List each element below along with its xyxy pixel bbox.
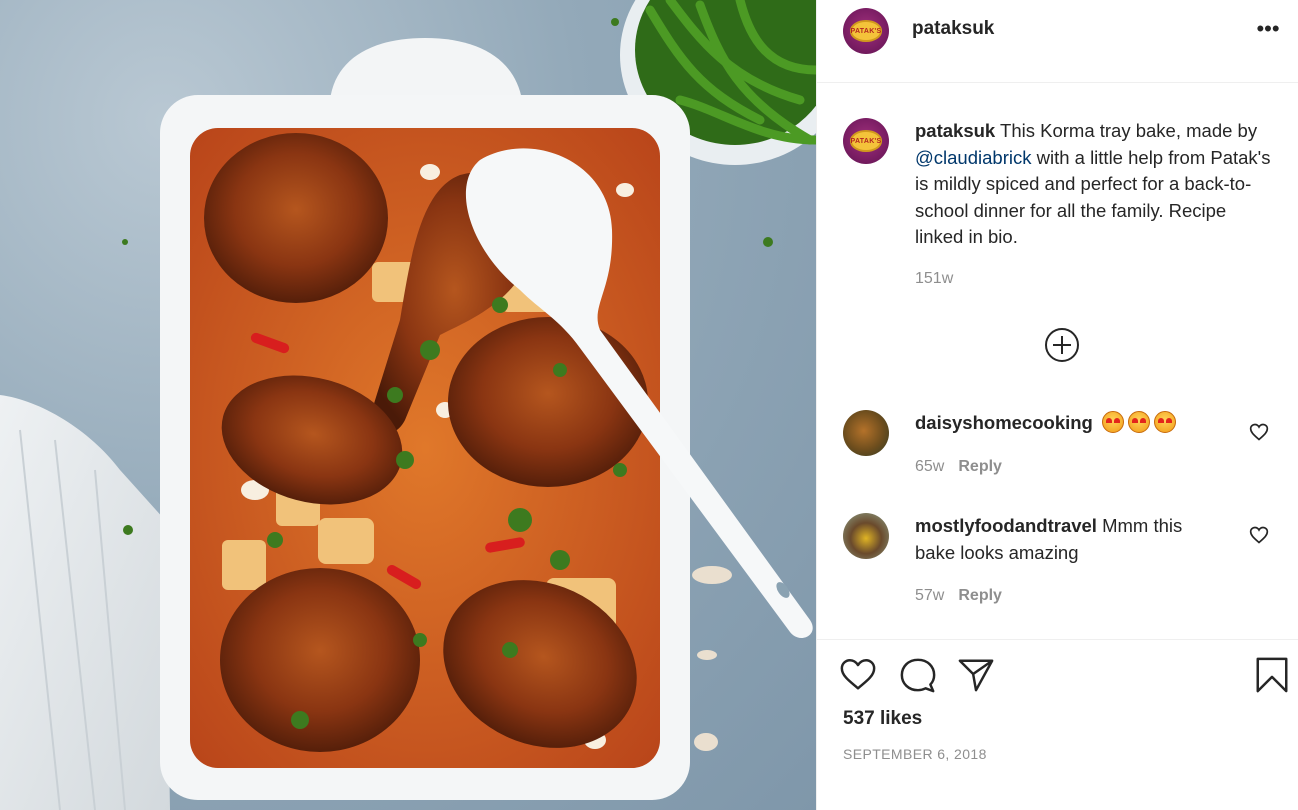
- heart-eyes-emoji: [1102, 411, 1124, 433]
- comment-like-heart-icon[interactable]: [1249, 525, 1269, 545]
- comment-item: daisyshomecooking 65w Reply: [843, 410, 1283, 500]
- avatar-logo: PATAK'S: [849, 130, 883, 152]
- comment-like-heart-icon[interactable]: [1249, 422, 1269, 442]
- caption-body-start: This Korma tray bake, made by: [995, 120, 1258, 141]
- share-icon[interactable]: [957, 656, 995, 694]
- heart-eyes-emoji: [1154, 411, 1176, 433]
- heart-eyes-emoji: [1128, 411, 1150, 433]
- comment-timestamp[interactable]: 65w: [915, 458, 944, 475]
- caption-mention-link[interactable]: @claudiabrick: [915, 147, 1031, 168]
- comment-username[interactable]: mostlyfoodandtravel: [915, 515, 1097, 536]
- post-details-panel: PATAK'S pataksuk ••• PATAK'S pataksuk Th…: [816, 0, 1298, 810]
- caption-username[interactable]: pataksuk: [915, 120, 995, 141]
- comment-text: mostlyfoodandtravel Mmm this bake looks …: [915, 513, 1225, 566]
- comment-icon[interactable]: [899, 656, 937, 694]
- post-image[interactable]: [0, 0, 816, 810]
- load-more-comments-icon[interactable]: [1044, 327, 1080, 363]
- caption-avatar[interactable]: PATAK'S: [843, 118, 889, 164]
- post-actions: 537 likes SEPTEMBER 6, 2018: [817, 639, 1298, 810]
- author-avatar[interactable]: PATAK'S: [843, 8, 889, 54]
- commenter-avatar[interactable]: [843, 410, 889, 456]
- post-date[interactable]: SEPTEMBER 6, 2018: [843, 746, 987, 762]
- comment-item: mostlyfoodandtravel Mmm this bake looks …: [843, 513, 1283, 605]
- author-username[interactable]: pataksuk: [912, 18, 994, 40]
- heart-icon[interactable]: [839, 656, 877, 694]
- like-count[interactable]: 537 likes: [843, 708, 922, 730]
- caption-timestamp[interactable]: 151w: [915, 270, 953, 288]
- commenter-avatar[interactable]: [843, 513, 889, 559]
- reply-button[interactable]: Reply: [958, 587, 1002, 604]
- more-options-icon[interactable]: •••: [1253, 14, 1283, 44]
- caption-text: pataksuk This Korma tray bake, made by @…: [915, 118, 1275, 251]
- reply-button[interactable]: Reply: [958, 458, 1002, 475]
- comment-meta: 65w Reply: [915, 458, 1002, 476]
- post-header: PATAK'S pataksuk •••: [817, 0, 1298, 83]
- comment-text: daisyshomecooking: [915, 410, 1225, 437]
- comment-username[interactable]: daisyshomecooking: [915, 412, 1093, 433]
- avatar-logo: PATAK'S: [849, 20, 883, 42]
- comment-meta: 57w Reply: [915, 587, 1002, 605]
- save-icon[interactable]: [1253, 656, 1291, 694]
- comment-timestamp[interactable]: 57w: [915, 587, 944, 604]
- food-photo-illustration: [0, 0, 816, 810]
